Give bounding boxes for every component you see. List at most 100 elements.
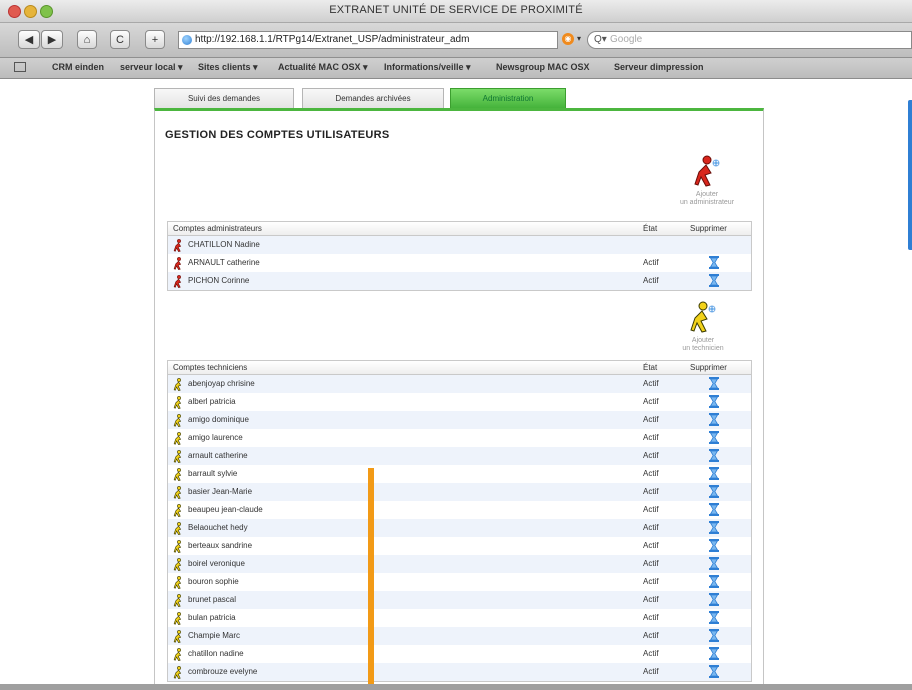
account-name[interactable]: berteaux sandrine <box>188 541 252 550</box>
delete-hourglass-icon <box>709 413 719 426</box>
delete-button[interactable] <box>709 274 719 289</box>
account-name[interactable]: arnault catherine <box>188 451 248 460</box>
admin-table-header: Comptes administrateurs État Supprimer <box>168 222 751 236</box>
account-name[interactable]: CHATILLON Nadine <box>188 240 260 249</box>
delete-button[interactable] <box>709 647 719 662</box>
account-name[interactable]: combrouze evelyne <box>188 667 257 676</box>
add-tech-icon <box>690 301 716 333</box>
table-row: Belaouchet hedy Actif <box>168 519 751 537</box>
delete-button[interactable] <box>709 575 719 590</box>
account-name[interactable]: bulan patricia <box>188 613 236 622</box>
account-name[interactable]: chatillon nadine <box>188 649 244 658</box>
tech-header-state: État <box>643 363 658 372</box>
table-row: amigo dominique Actif <box>168 411 751 429</box>
account-name[interactable]: Belaouchet hedy <box>188 523 248 532</box>
add-bookmark-button[interactable]: + <box>145 30 165 49</box>
delete-button[interactable] <box>709 539 719 554</box>
yellow-runner-icon <box>173 486 185 501</box>
delete-button[interactable] <box>709 611 719 626</box>
yellow-runner-icon <box>173 504 182 517</box>
delete-button[interactable] <box>709 485 719 500</box>
table-row: amigo laurence Actif <box>168 429 751 447</box>
delete-hourglass-icon <box>709 503 719 516</box>
back-button[interactable]: ◀ <box>18 30 40 49</box>
account-name[interactable]: abenjoyap chrisine <box>188 379 255 388</box>
delete-button[interactable] <box>709 629 719 644</box>
address-bar[interactable]: http://192.168.1.1/RTPg14/Extranet_USP/a… <box>178 31 558 49</box>
delete-button[interactable] <box>709 449 719 464</box>
account-name[interactable]: boirel veronique <box>188 559 245 568</box>
account-name[interactable]: alberl patricia <box>188 397 236 406</box>
yellow-runner-icon <box>173 522 185 537</box>
delete-button[interactable] <box>709 503 719 518</box>
delete-button[interactable] <box>709 413 719 428</box>
account-state: Actif <box>643 595 659 604</box>
account-name[interactable]: bouron sophie <box>188 577 239 586</box>
rss-icon[interactable]: ◉ <box>562 33 574 45</box>
delete-button[interactable] <box>709 431 719 446</box>
account-name[interactable]: barrault sylvie <box>188 469 237 478</box>
forward-button[interactable]: ▶ <box>41 30 63 49</box>
tech-header-delete: Supprimer <box>690 363 727 372</box>
tab-administration[interactable]: Administration <box>450 88 566 108</box>
account-state: Actif <box>643 415 659 424</box>
account-name[interactable]: amigo laurence <box>188 433 243 442</box>
account-name[interactable]: PICHON Corinne <box>188 276 249 285</box>
search-placeholder: Google <box>610 34 643 45</box>
delete-hourglass-icon <box>709 431 719 444</box>
delete-button[interactable] <box>709 256 719 271</box>
book-icon[interactable] <box>14 62 26 72</box>
delete-hourglass-icon <box>709 539 719 552</box>
search-input[interactable]: Q▾ Google <box>587 31 912 49</box>
bookmark-serveur-local[interactable]: serveur local ▾ <box>120 62 183 73</box>
bookmark-serveur-impression[interactable]: Serveur dimpression <box>614 62 704 72</box>
account-name[interactable]: Champie Marc <box>188 631 240 640</box>
delete-button[interactable] <box>709 593 719 608</box>
scrollbar-thumb[interactable] <box>908 100 912 250</box>
home-button[interactable]: ⌂ <box>77 30 97 49</box>
delete-hourglass-icon <box>709 449 719 462</box>
delete-button[interactable] <box>709 395 719 410</box>
table-row: CHATILLON Nadine <box>168 236 751 254</box>
account-name[interactable]: amigo dominique <box>188 415 249 424</box>
account-name[interactable]: basier Jean-Marie <box>188 487 252 496</box>
add-tech-button[interactable]: Ajouter un technicien <box>663 301 743 353</box>
table-row: alberl patricia Actif <box>168 393 751 411</box>
bookmark-newsgroup[interactable]: Newsgroup MAC OSX <box>496 62 590 72</box>
account-name[interactable]: beaupeu jean-claude <box>188 505 263 514</box>
address-dropdown-icon[interactable]: ▾ <box>577 34 581 43</box>
account-state: Actif <box>643 451 659 460</box>
bookmark-informations[interactable]: Informations/veille ▾ <box>384 62 471 73</box>
account-name[interactable]: brunet pascal <box>188 595 236 604</box>
red-runner-icon <box>173 275 185 290</box>
bookmark-sites-clients[interactable]: Sites clients ▾ <box>198 62 258 73</box>
red-runner-icon <box>173 239 182 252</box>
yellow-runner-icon <box>173 558 182 571</box>
delete-button[interactable] <box>709 377 719 392</box>
delete-button[interactable] <box>709 467 719 482</box>
bookmark-actualite-mac[interactable]: Actualité MAC OSX ▾ <box>278 62 368 73</box>
delete-button[interactable] <box>709 557 719 572</box>
orange-marker <box>368 468 374 690</box>
admin-rows: CHATILLON Nadine ARNAULT catherine Actif PI… <box>168 236 751 290</box>
yellow-runner-icon <box>173 648 185 663</box>
yellow-runner-icon <box>173 666 185 681</box>
tab-demandes-archivees[interactable]: Demandes archivées <box>302 88 444 108</box>
red-runner-icon <box>173 275 182 288</box>
add-admin-button[interactable]: Ajouter un administrateur <box>667 155 747 207</box>
table-row: bouron sophie Actif <box>168 573 751 591</box>
delete-button[interactable] <box>709 521 719 536</box>
delete-hourglass-icon <box>709 377 719 390</box>
delete-button[interactable] <box>709 665 719 680</box>
yellow-runner-icon <box>173 612 182 625</box>
add-admin-line2: un administrateur <box>679 199 735 206</box>
table-row: brunet pascal Actif <box>168 591 751 609</box>
admin-header-state: État <box>643 224 658 233</box>
tab-suivi-demandes[interactable]: Suivi des demandes <box>154 88 294 108</box>
account-name[interactable]: ARNAULT catherine <box>188 258 260 267</box>
reload-button[interactable]: C <box>110 30 130 49</box>
tech-table-header: Comptes techniciens État Supprimer <box>168 361 751 375</box>
table-row: barrault sylvie Actif <box>168 465 751 483</box>
bookmark-crm[interactable]: CRM einden <box>52 62 104 72</box>
delete-hourglass-icon <box>709 629 719 642</box>
